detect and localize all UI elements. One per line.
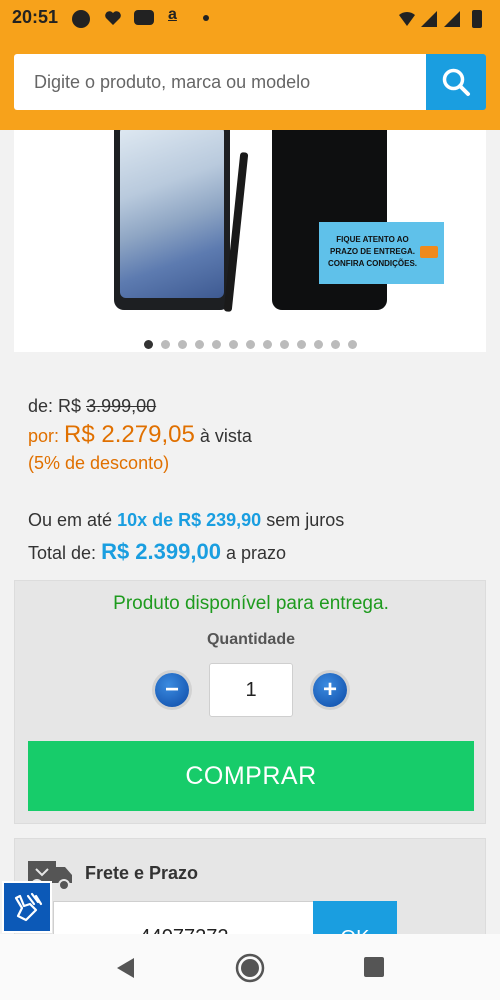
signal-icon [444, 11, 460, 27]
android-nav-bar [0, 934, 500, 1000]
signal-icon [421, 11, 437, 27]
product-image-carousel[interactable]: FIQUE ATENTO AO PRAZO DE ENTREGA. CONFIR… [14, 130, 486, 352]
app-header: 20:51 a [0, 0, 500, 130]
price-block: de: R$ 3.999,00 por: R$ 2.279,05 à vista… [28, 396, 478, 474]
minus-icon: − [164, 676, 179, 703]
carousel-dot[interactable] [262, 340, 272, 349]
availability-status: Produto disponível para entrega. [113, 593, 389, 614]
truck-icon [420, 246, 438, 258]
youtube-icon [134, 10, 154, 25]
promo-line: CONFIRA CONDIÇÕES. [327, 259, 418, 268]
carousel-dot[interactable] [228, 340, 238, 349]
recent-apps-icon[interactable] [364, 957, 384, 977]
quantity-input[interactable] [209, 663, 293, 717]
search-button[interactable] [426, 54, 486, 110]
carousel-dot[interactable] [194, 340, 204, 349]
old-price-label: de: R$ [28, 396, 82, 416]
installment-block: Ou em até 10x de R$ 239,90 sem juros Tot… [28, 510, 478, 565]
carousel-dot[interactable] [313, 340, 323, 349]
total-label: Total de: [28, 543, 97, 563]
installment-line: Ou em até 10x de R$ 239,90 sem juros [28, 510, 478, 531]
carousel-dot[interactable] [177, 340, 187, 349]
a-icon: a [168, 6, 177, 23]
home-icon[interactable] [235, 953, 265, 983]
total-suffix: a prazo [225, 543, 286, 563]
battery-icon [472, 10, 482, 28]
plus-icon: + [322, 676, 337, 703]
shipping-title: Frete e Prazo [85, 863, 199, 883]
delivery-promo-badge: FIQUE ATENTO AO PRAZO DE ENTREGA. CONFIR… [319, 222, 444, 284]
carousel-dot[interactable] [330, 340, 340, 349]
carousel-dot[interactable] [211, 340, 221, 349]
search-input[interactable] [14, 54, 426, 110]
buy-panel: Produto disponível para entrega. Quantid… [14, 580, 486, 824]
phone-front-image [114, 130, 230, 310]
back-icon[interactable] [114, 956, 138, 980]
status-time: 20:51 [12, 7, 59, 27]
carousel-indicators [0, 340, 500, 352]
carousel-dot[interactable] [296, 340, 306, 349]
buy-button[interactable]: COMPRAR [28, 741, 474, 811]
carousel-dot[interactable] [245, 340, 255, 349]
installment-value: 10x de R$ 239,90 [117, 510, 262, 530]
installment-suffix: sem juros [266, 510, 345, 530]
carousel-dot[interactable] [347, 340, 357, 349]
status-bar: 20:51 a [0, 0, 500, 36]
promo-line: PRAZO DE ENTREGA. [330, 247, 415, 256]
current-price-label: por: [28, 426, 60, 446]
quantity-label: Quantidade [206, 631, 295, 648]
carousel-dot[interactable] [160, 340, 170, 349]
sign-language-accessibility-button[interactable] [2, 881, 52, 933]
total-line: Total de: R$ 2.399,00 a prazo [28, 539, 478, 565]
more-notifications-icon [203, 15, 209, 21]
quantity-decrease-button[interactable]: − [155, 673, 189, 707]
total-value: R$ 2.399,00 [101, 539, 221, 564]
wifi-icon [399, 11, 415, 26]
sign-language-icon [14, 892, 43, 922]
notification-dot-icon [72, 10, 90, 28]
carousel-dot[interactable] [143, 340, 153, 349]
current-price-line: por: R$ 2.279,05 à vista [28, 421, 478, 449]
installment-prefix: Ou em até [28, 510, 113, 530]
discount-label: (5% de desconto) [28, 453, 170, 473]
promo-line: FIQUE ATENTO AO [336, 235, 409, 244]
heart-icon [105, 11, 121, 25]
old-price-line: de: R$ 3.999,00 [28, 396, 478, 417]
carousel-dot[interactable] [279, 340, 289, 349]
current-price: R$ 2.279,05 [64, 421, 195, 448]
search-bar [14, 54, 486, 110]
quantity-increase-button[interactable]: + [313, 673, 347, 707]
old-price: 3.999,00 [86, 396, 157, 416]
search-icon [442, 68, 470, 96]
cash-label: à vista [199, 426, 252, 446]
